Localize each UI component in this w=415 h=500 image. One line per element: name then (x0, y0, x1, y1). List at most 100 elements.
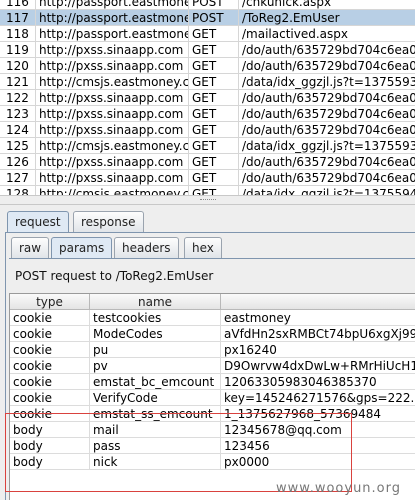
column-header-type[interactable]: type (10, 294, 90, 310)
row-method: GET (189, 74, 239, 90)
row-host: http://passport.eastmone... (36, 26, 189, 42)
request-title: POST request to /ToReg2.EmUser (15, 269, 214, 283)
row-number: 126 (0, 154, 36, 170)
param-row[interactable]: cookie ModeCodes aVfdHn2sxRMBCt74bpU6xgXj9… (10, 326, 415, 342)
param-type: cookie (10, 342, 90, 358)
row-number: 121 (0, 74, 36, 90)
row-path: /do/auth/635729bd704c6ea033 (242, 123, 415, 137)
column-header-value[interactable] (221, 294, 415, 310)
param-name: emstat_ss_emcount (90, 406, 221, 422)
table-row[interactable]: 121 http://cmsjs.eastmoney.c... GET/data/i… (0, 74, 415, 90)
param-row[interactable]: body mail 12345678@qq.com (10, 422, 415, 438)
row-host: http://pxss.sinaapp.com (36, 154, 189, 170)
table-row[interactable]: 124 http://pxss.sinaapp.com GET/do/auth/63… (0, 122, 415, 138)
row-method: POST (189, 0, 239, 10)
param-row[interactable]: cookie testcookies eastmoney (10, 310, 415, 326)
table-row[interactable]: 122 http://pxss.sinaapp.com GET/do/auth/63… (0, 90, 415, 106)
params-table[interactable]: type name cookie testcookies eastmoney cook… (9, 293, 415, 500)
param-type: body (10, 454, 90, 470)
params-table-header: type name (10, 294, 415, 310)
table-row[interactable]: 116 http://passport.eastmone... POST/chkun… (0, 0, 415, 10)
row-number: 128 (0, 186, 36, 195)
row-number: 120 (0, 58, 36, 74)
row-method: GET (189, 186, 239, 195)
row-method: GET (189, 58, 239, 74)
row-path: /data/idx_ggzjl.js?t=1375594098 (242, 187, 415, 195)
param-name: pv (90, 358, 221, 374)
row-number: 116 (0, 0, 36, 10)
row-path: /data/idx_ggzjl.js?t=1375593098 (242, 75, 415, 89)
column-header-name[interactable]: name (90, 294, 221, 310)
param-row[interactable]: cookie emstat_bc_emcount 12063305983046385… (10, 374, 415, 390)
param-row[interactable]: cookie VerifyCode key=145246271576&gps=222… (10, 390, 415, 406)
param-row[interactable]: cookie pu px16240 (10, 342, 415, 358)
param-name: VerifyCode (90, 390, 221, 406)
row-path: /ToReg2.EmUser (242, 11, 340, 25)
param-type: body (10, 422, 90, 438)
tab-response[interactable]: response (73, 211, 144, 233)
row-host: http://pxss.sinaapp.com (36, 170, 189, 186)
table-row[interactable]: 117 http://passport.eastmone... POST/ToReg… (0, 10, 415, 26)
table-row[interactable]: 126 http://pxss.sinaapp.com GET/do/auth/63… (0, 154, 415, 170)
row-host: http://cmsjs.eastmoney.c... (36, 138, 189, 154)
table-row[interactable]: 120 http://pxss.sinaapp.com GET/do/auth/63… (0, 58, 415, 74)
param-name: ModeCodes (90, 326, 221, 342)
table-row[interactable]: 119 http://pxss.sinaapp.com GET/do/auth/63… (0, 42, 415, 58)
param-type: cookie (10, 326, 90, 342)
table-row[interactable]: 123 http://pxss.sinaapp.com GET/do/auth/63… (0, 106, 415, 122)
row-number: 127 (0, 170, 36, 186)
row-method: GET (189, 90, 239, 106)
param-row[interactable]: cookie emstat_ss_emcount 1_1375627968_5736… (10, 406, 415, 422)
table-row[interactable]: 127 http://pxss.sinaapp.com GET/do/auth/63… (0, 170, 415, 186)
row-host: http://pxss.sinaapp.com (36, 42, 189, 58)
row-path: /do/auth/635729bd704c6ea033 (242, 171, 415, 185)
param-value: px0000 (224, 455, 270, 469)
param-value: key=145246271576&gps=222.73.5 (224, 391, 415, 405)
param-row[interactable]: body pass 123456 (10, 438, 415, 454)
tab-params[interactable]: params (51, 237, 113, 259)
row-path: /do/auth/635729bd704c6ea033 (242, 91, 415, 105)
row-host: http://pxss.sinaapp.com (36, 58, 189, 74)
request-list-table[interactable]: 116 http://passport.eastmone... POST/chkun… (0, 0, 415, 195)
row-path: /do/auth/635729bd704c6ea033 (242, 155, 415, 169)
row-host: http://pxss.sinaapp.com (36, 90, 189, 106)
row-method: GET (189, 138, 239, 154)
inner-tab-baseline (9, 258, 415, 259)
table-row[interactable]: 125 http://cmsjs.eastmoney.c... GET/data/i… (0, 138, 415, 154)
row-number: 124 (0, 122, 36, 138)
row-number: 122 (0, 90, 36, 106)
row-number: 117 (0, 10, 36, 26)
param-value: 12063305983046385370 (224, 375, 377, 389)
table-row[interactable]: 118 http://passport.eastmone... GET/mailac… (0, 26, 415, 42)
row-host: http://pxss.sinaapp.com (36, 122, 189, 138)
row-method: GET (189, 26, 239, 42)
tab-headers[interactable]: headers (114, 237, 179, 259)
param-type: cookie (10, 406, 90, 422)
param-value: 123456 (224, 439, 270, 453)
row-host: http://passport.eastmone... (36, 0, 189, 10)
param-row[interactable]: body nick px0000 (10, 454, 415, 470)
tab-hex[interactable]: hex (184, 237, 222, 259)
table-row[interactable]: 128 http://cmsjs.eastmoney.c... GET/data/i… (0, 186, 415, 195)
row-number: 125 (0, 138, 36, 154)
row-method: POST (189, 10, 239, 26)
row-host: http://passport.eastmone... (36, 10, 189, 26)
row-path: /do/auth/635729bd704c6ea033 (242, 59, 415, 73)
param-type: cookie (10, 358, 90, 374)
row-method: GET (189, 106, 239, 122)
split-pane-divider[interactable] (0, 195, 415, 205)
row-method: GET (189, 170, 239, 186)
row-method: GET (189, 42, 239, 58)
param-row[interactable]: cookiepvD9Owrvw4dxDwLw+RMrHiUcH1FBl (10, 358, 415, 374)
param-name: mail (90, 422, 221, 438)
param-type: body (10, 438, 90, 454)
param-value: 12345678@qq.com (224, 423, 342, 437)
tab-request[interactable]: request (7, 211, 69, 233)
row-number: 123 (0, 106, 36, 122)
param-type: cookie (10, 310, 90, 326)
divider-grip-icon (200, 199, 216, 201)
row-host: http://pxss.sinaapp.com (36, 106, 189, 122)
watermark: www.wooyun.org (276, 481, 402, 496)
tab-raw[interactable]: raw (11, 237, 50, 259)
row-method: GET (189, 122, 239, 138)
